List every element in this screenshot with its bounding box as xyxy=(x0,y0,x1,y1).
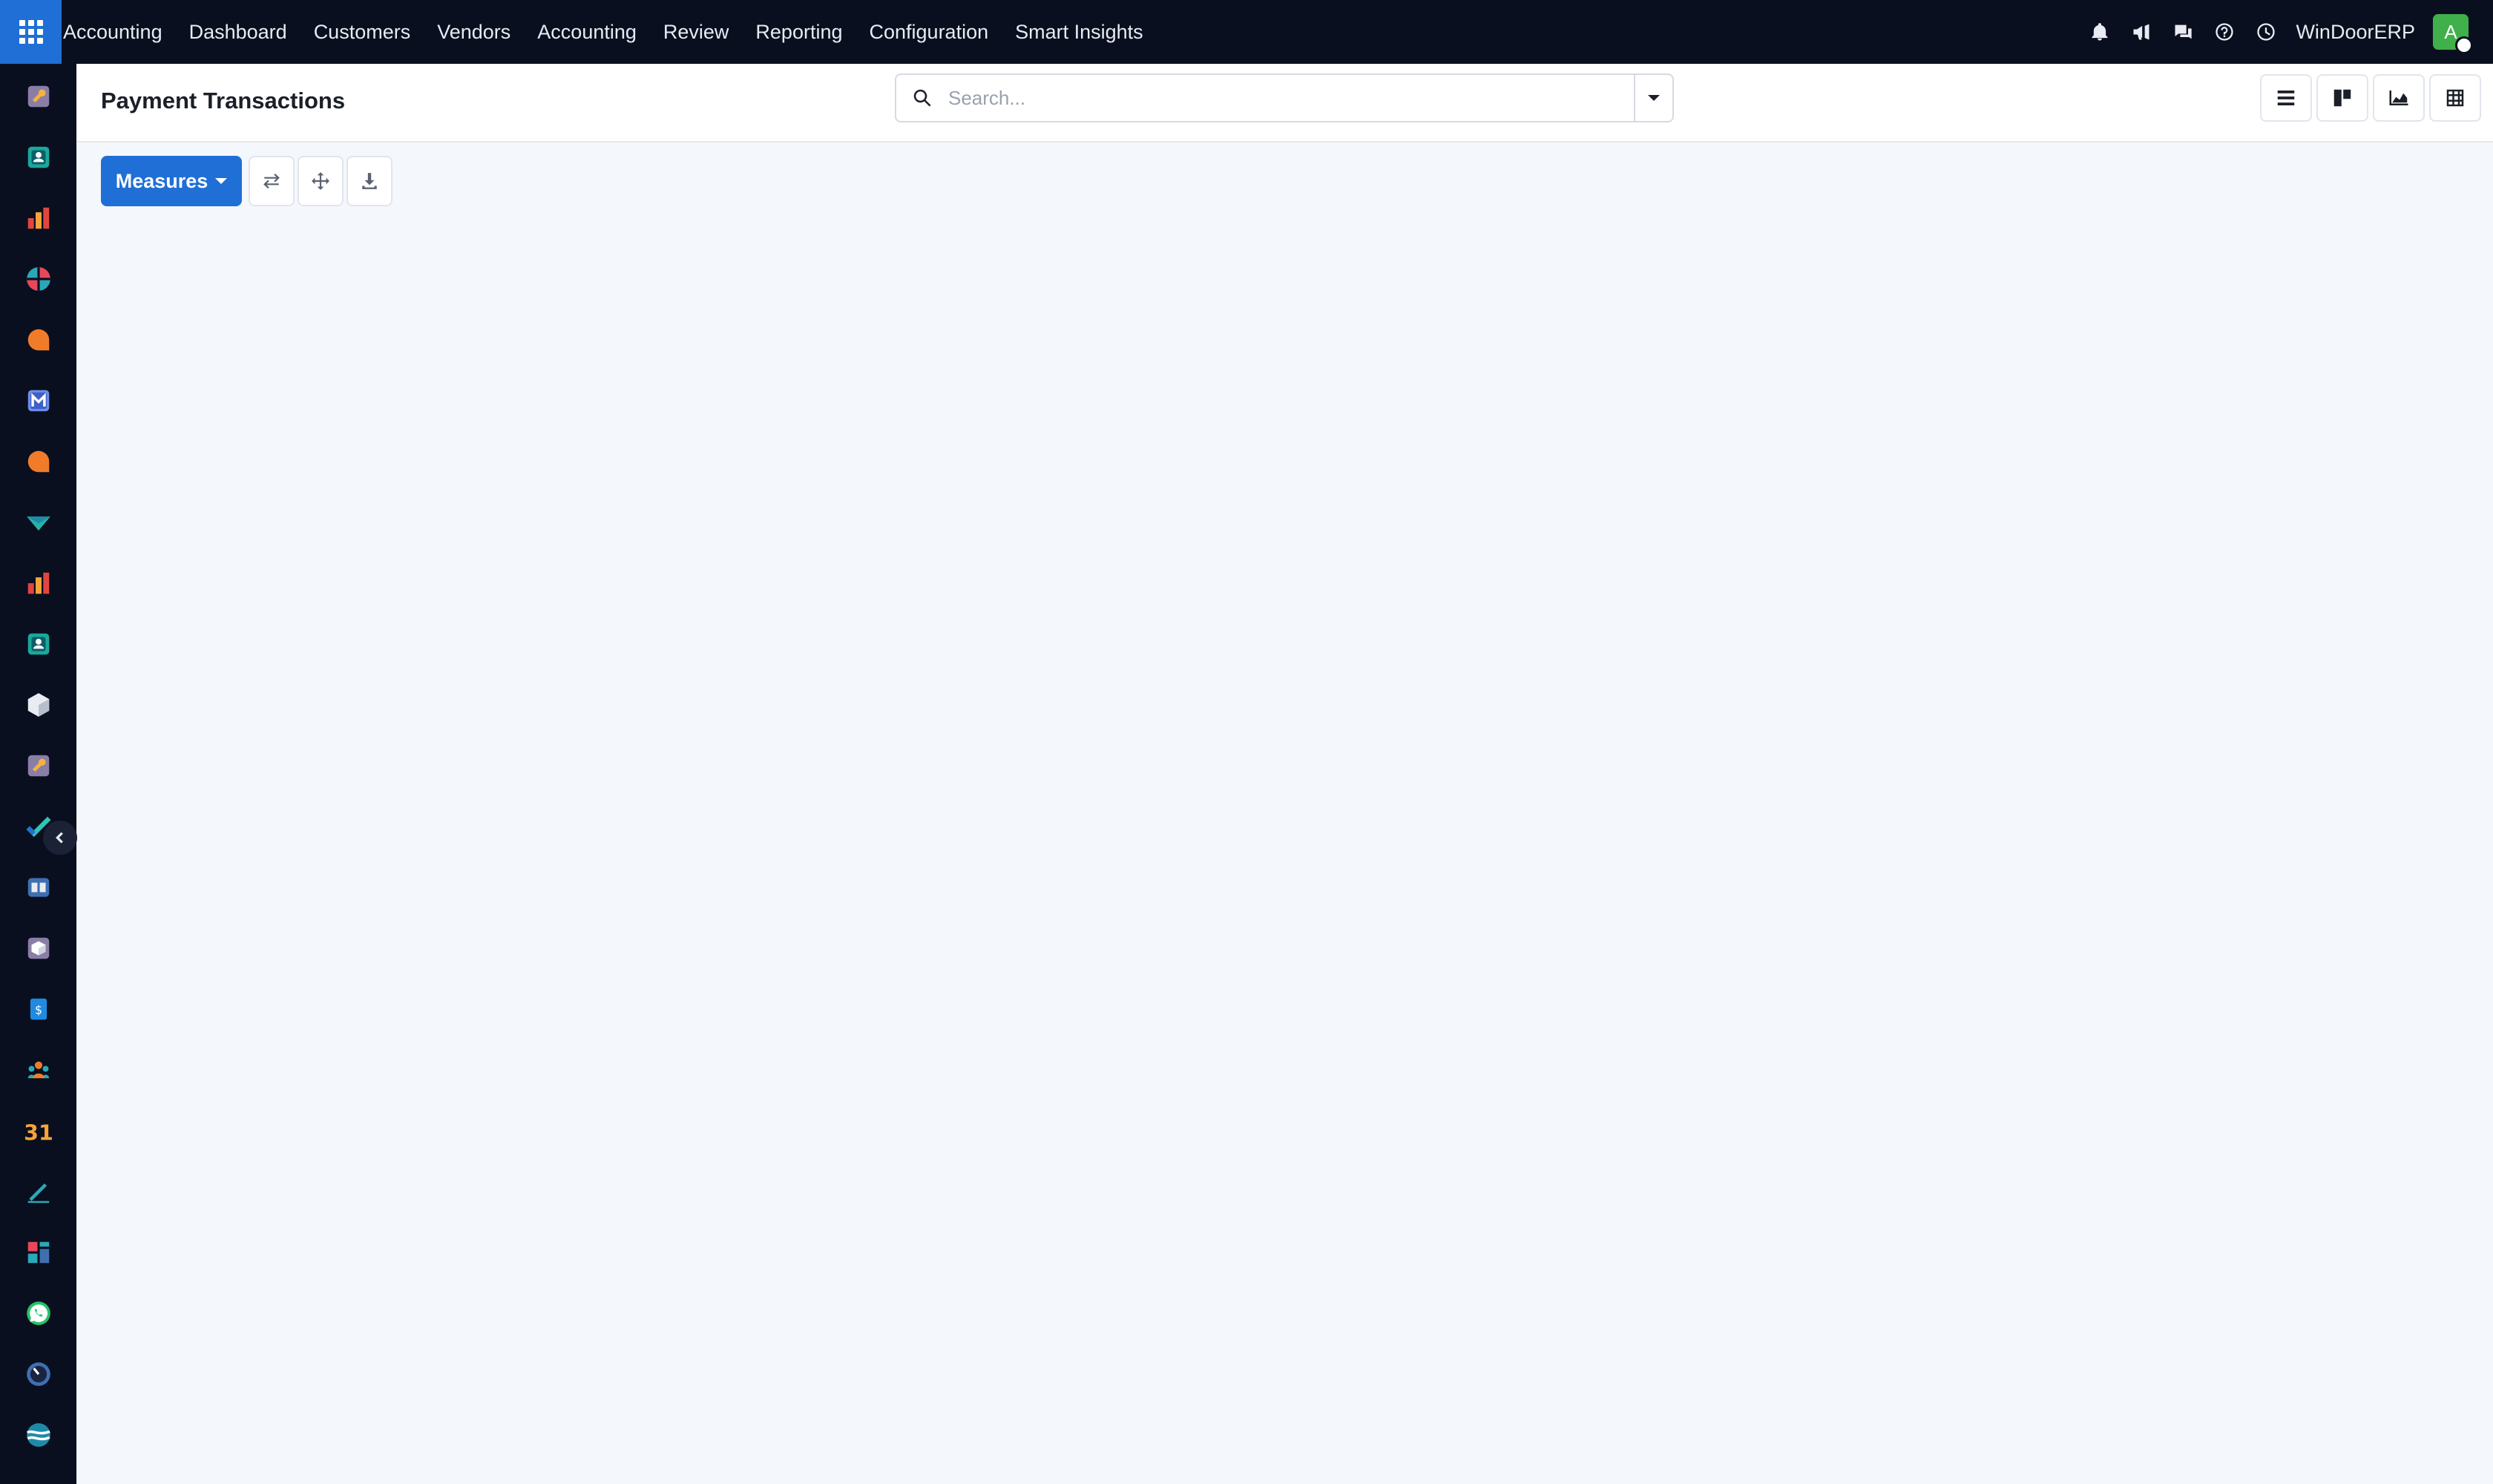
clock-icon[interactable] xyxy=(2245,0,2287,64)
expand-all-button[interactable] xyxy=(298,156,344,206)
employees-app-icon[interactable] xyxy=(24,629,53,659)
timer-app-icon[interactable] xyxy=(24,1359,53,1389)
website-app-icon[interactable] xyxy=(24,1420,53,1450)
inventory-app-icon[interactable] xyxy=(24,690,53,720)
grid-icon xyxy=(19,20,43,44)
discuss-app-icon[interactable] xyxy=(24,325,53,355)
spreadsheet-app-icon[interactable] xyxy=(24,203,53,233)
expand-all-icon xyxy=(312,172,329,190)
pivot-view-button[interactable] xyxy=(2429,74,2481,122)
menu-review[interactable]: Review xyxy=(650,0,743,64)
expenses-app-icon[interactable]: $ xyxy=(24,994,53,1024)
page-title: Payment Transactions xyxy=(101,88,346,114)
search-icon[interactable] xyxy=(896,75,948,121)
area-chart-icon xyxy=(2389,91,2408,105)
email-marketing-app-icon[interactable] xyxy=(24,386,53,416)
presence-indicator xyxy=(2455,36,2473,54)
list-icon xyxy=(2277,91,2295,105)
measures-label: Measures xyxy=(115,169,208,192)
menu-smart-insights[interactable]: Smart Insights xyxy=(1002,0,1157,64)
calendar-app-icon[interactable]: 31 xyxy=(24,1116,53,1146)
team-app-icon[interactable] xyxy=(24,1055,53,1085)
surveys-app-icon[interactable] xyxy=(24,508,53,537)
menu-app-name[interactable]: Accounting xyxy=(62,0,176,64)
table-icon xyxy=(2446,89,2464,107)
systray: WinDoorERP A xyxy=(2079,0,2493,64)
flip-axis-button[interactable] xyxy=(249,156,295,206)
livechat-app-icon[interactable] xyxy=(24,447,53,476)
company-switcher[interactable]: WinDoorERP xyxy=(2296,21,2415,44)
caret-down-icon xyxy=(215,178,228,184)
menu-configuration[interactable]: Configuration xyxy=(856,0,1002,64)
documents-app-icon-2[interactable] xyxy=(24,751,53,781)
flip-axis-icon xyxy=(263,173,280,189)
measures-dropdown-button[interactable]: Measures xyxy=(101,156,242,206)
download-button[interactable] xyxy=(346,156,392,206)
user-avatar[interactable]: A xyxy=(2433,14,2473,54)
apps-menu-button[interactable] xyxy=(0,0,62,64)
kanban-icon xyxy=(2333,89,2351,107)
help-icon[interactable] xyxy=(2204,0,2245,64)
menu-reporting[interactable]: Reporting xyxy=(742,0,855,64)
documents-app-icon[interactable] xyxy=(24,82,53,111)
menu-customers[interactable]: Customers xyxy=(300,0,424,64)
top-navbar: Accounting Dashboard Customers Vendors A… xyxy=(0,0,2493,64)
control-panel: Payment Transactions xyxy=(76,64,2493,142)
download-icon xyxy=(362,173,377,189)
knowledge-base-app-icon[interactable] xyxy=(24,873,53,902)
svg-text:$: $ xyxy=(35,1002,42,1017)
list-view-button[interactable] xyxy=(2260,74,2312,122)
products-app-icon[interactable] xyxy=(24,933,53,963)
chevron-left-icon xyxy=(56,832,63,844)
search-options-toggle[interactable] xyxy=(1634,75,1672,121)
graph-view-button[interactable] xyxy=(2373,74,2425,122)
avatar-initial: A xyxy=(2444,20,2457,43)
svg-text:31: 31 xyxy=(24,1121,53,1145)
view-switcher xyxy=(2260,74,2481,122)
kanban-view-button[interactable] xyxy=(2316,74,2368,122)
megaphone-icon[interactable] xyxy=(2121,0,2162,64)
bell-icon[interactable] xyxy=(2079,0,2121,64)
apps-dashboard-icon[interactable] xyxy=(24,1238,53,1267)
main-menu: Accounting Dashboard Customers Vendors A… xyxy=(62,0,1157,64)
dashboards-app-icon[interactable] xyxy=(24,568,53,598)
sidebar-collapse-button[interactable] xyxy=(43,821,77,855)
chat-icon[interactable] xyxy=(2162,0,2204,64)
search-bar xyxy=(895,73,1674,122)
sign-app-icon[interactable] xyxy=(24,1177,53,1206)
app-sidebar: $ 31 xyxy=(0,64,77,1484)
contacts-app-icon[interactable] xyxy=(24,142,53,172)
menu-dashboard[interactable]: Dashboard xyxy=(176,0,300,64)
knowledge-app-icon[interactable] xyxy=(24,264,53,294)
whatsapp-app-icon[interactable] xyxy=(24,1298,53,1328)
caret-down-icon xyxy=(1648,95,1660,101)
menu-vendors[interactable]: Vendors xyxy=(424,0,524,64)
search-input[interactable] xyxy=(948,76,1634,120)
menu-accounting[interactable]: Accounting xyxy=(524,0,650,64)
